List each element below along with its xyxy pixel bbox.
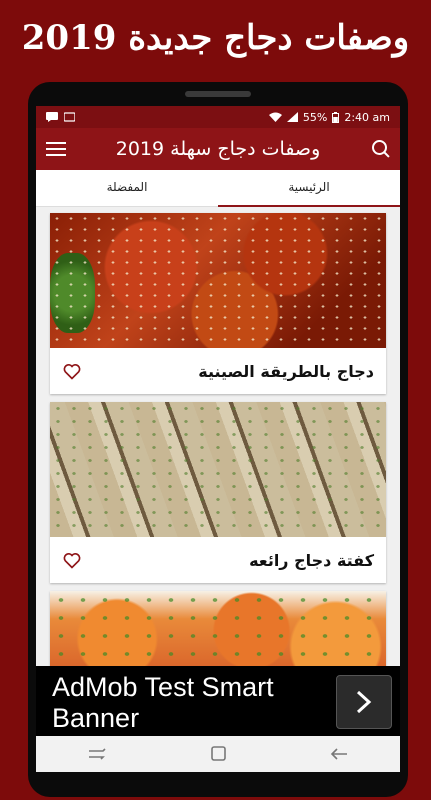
wifi-icon [268,112,282,122]
recents-icon [88,748,106,760]
recipe-card[interactable] [50,591,386,671]
status-time: 2:40 am [344,110,390,124]
signal-icon [286,112,298,122]
recipe-list: دجاج بالطريقة الصينية كفتة دجاج رائعه [36,207,400,671]
back-arrow-icon [331,748,348,760]
recipe-title: دجاج بالطريقة الصينية [198,361,374,381]
phone-speaker [185,91,251,97]
app-title: وصفات دجاج سهلة 2019 [115,138,321,160]
phone-frame: 55% 2:40 am وصفات دجاج سهلة 2019 المفضلة… [28,82,408,797]
notification-icon [64,112,75,122]
home-button[interactable] [204,743,232,765]
system-nav-bar [36,736,400,772]
tab-favorites[interactable]: المفضلة [36,170,218,206]
recipe-photo [50,402,386,537]
recipe-photo [50,213,386,348]
tab-home[interactable]: الرئيسية [218,170,400,207]
status-bar: 55% 2:40 am [36,106,400,128]
battery-icon [332,111,340,123]
message-icon [46,112,58,122]
chevron-right-icon [356,690,372,714]
search-icon[interactable] [370,138,392,160]
heart-outline-icon[interactable] [62,361,82,381]
home-icon [211,746,226,761]
recipe-card[interactable]: كفتة دجاج رائعه [50,402,386,583]
recents-button[interactable] [83,743,111,765]
back-button[interactable] [325,743,353,765]
ad-open-button[interactable] [336,675,392,729]
promo-title: وصفات دجاج جديدة 2019 [21,18,410,58]
recipe-photo [50,591,386,671]
recipe-title: كفتة دجاج رائعه [249,550,374,570]
battery-level: 55% [302,110,328,124]
recipe-card[interactable]: دجاج بالطريقة الصينية [50,213,386,394]
ad-banner[interactable]: AdMob Test Smart Banner [36,666,400,736]
ad-text: AdMob Test Smart Banner [52,672,274,733]
hamburger-menu-icon[interactable] [46,142,66,156]
tab-bar: المفضلة الرئيسية [36,170,400,207]
heart-outline-icon[interactable] [62,550,82,570]
app-bar: وصفات دجاج سهلة 2019 [36,128,400,170]
